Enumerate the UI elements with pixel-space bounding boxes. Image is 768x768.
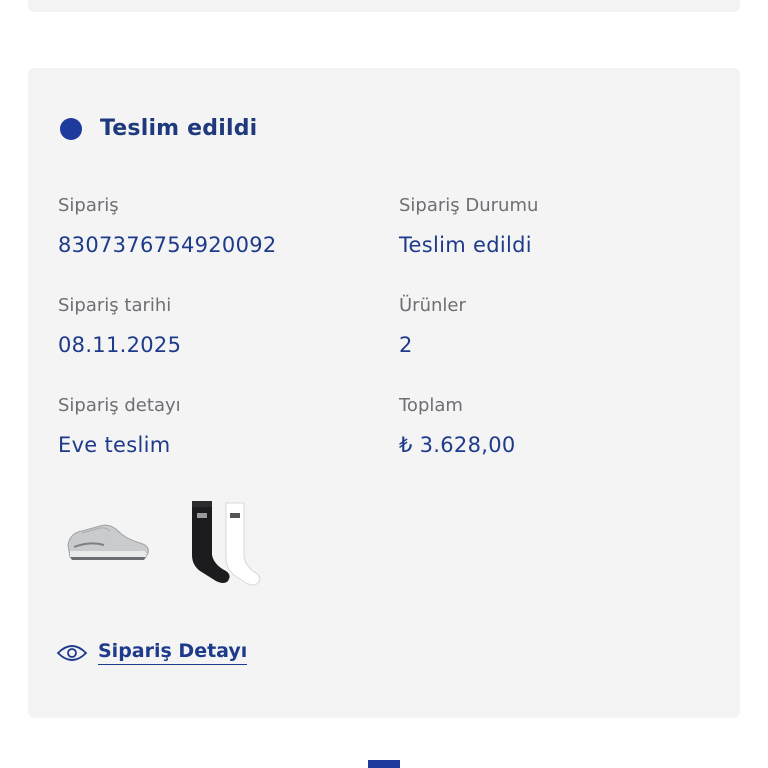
order-number-value: 8307376754920092: [58, 233, 277, 257]
product-thumbnail-socks[interactable]: [178, 493, 270, 589]
order-total-value: ₺ 3.628,00: [399, 433, 516, 457]
order-total-label: Toplam: [399, 395, 463, 416]
sneaker-icon: [60, 493, 152, 589]
order-detail-link[interactable]: Sipariş Detayı: [56, 640, 248, 665]
order-status-header: Teslim edildi: [60, 116, 257, 141]
order-status-title: Teslim edildi: [100, 116, 258, 141]
product-thumbnail-sneaker[interactable]: [60, 493, 152, 589]
order-date-label: Sipariş tarihi: [58, 295, 172, 316]
order-detail-label: Sipariş detayı: [58, 395, 181, 416]
order-status-label: Sipariş Durumu: [399, 195, 539, 216]
order-items-label: Ürünler: [399, 295, 466, 316]
order-number-label: Sipariş: [58, 195, 119, 216]
eye-icon: [56, 644, 88, 661]
order-items-value: 2: [399, 333, 413, 357]
order-status-value: Teslim edildi: [399, 233, 532, 257]
status-dot-icon: [60, 117, 82, 140]
order-detail-link-label: Sipariş Detayı: [98, 640, 248, 665]
order-card: Teslim edildi Sipariş 8307376754920092 S…: [28, 68, 740, 718]
socks-icon: [178, 493, 270, 589]
order-detail-value: Eve teslim: [58, 433, 171, 457]
order-date-value: 08.11.2025: [58, 333, 182, 357]
pagination-indicator: [368, 760, 400, 768]
previous-order-card: [28, 0, 740, 12]
